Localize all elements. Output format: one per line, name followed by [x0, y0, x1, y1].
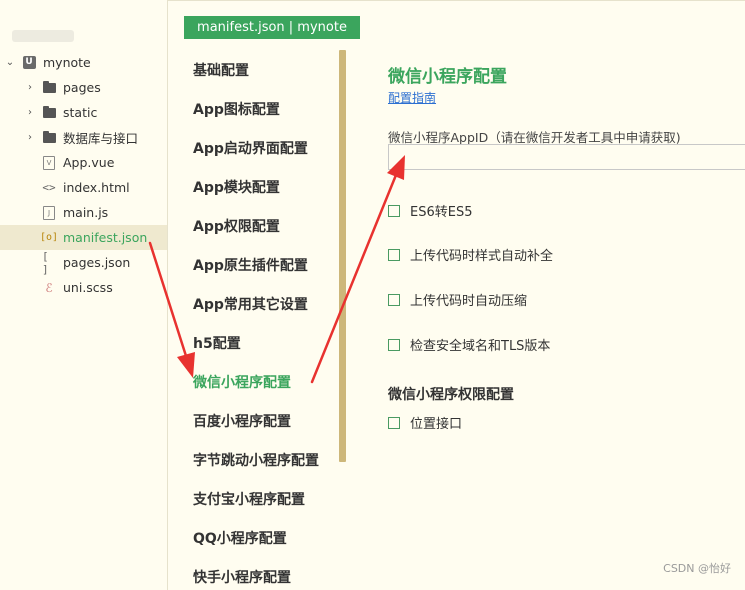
nav-scrollbar[interactable] [339, 50, 346, 462]
tree-item-label: mynote [43, 55, 91, 70]
checkbox[interactable] [388, 338, 400, 351]
checkbox[interactable] [388, 416, 400, 429]
option-es6-to-es5[interactable]: ES6转ES5 [388, 201, 472, 220]
tree-project-mynote[interactable]: ⌄ U mynote [0, 50, 167, 75]
guide-link[interactable]: 配置指南 [388, 89, 436, 106]
scss-file-icon: ℰ [45, 280, 53, 295]
tree-item-label: static [63, 105, 98, 120]
tree-item-label: main.js [63, 205, 109, 220]
chevron-right-icon[interactable]: › [24, 132, 36, 143]
permission-label: 位置接口 [410, 417, 463, 432]
folder-icon [42, 80, 56, 95]
nav-item-baidu[interactable]: 百度小程序配置 [193, 411, 291, 431]
nav-item-app-other[interactable]: App常用其它设置 [193, 294, 308, 314]
tree-item-uni-scss[interactable]: ℰ uni.scss [0, 275, 167, 300]
nav-item-app-permissions[interactable]: App权限配置 [193, 216, 280, 236]
permission-location[interactable]: 位置接口 [388, 413, 462, 432]
nav-item-app-native-plugins[interactable]: App原生插件配置 [193, 255, 308, 275]
tree-item-pages-json[interactable]: [ ] pages.json [0, 249, 167, 276]
nav-item-qq[interactable]: QQ小程序配置 [193, 528, 287, 548]
weixin-config-panel: 微信小程序配置 配置指南 微信小程序AppID（请在微信开发者工具中申请获取) … [388, 0, 745, 590]
option-label: 检查安全域名和TLS版本 [410, 339, 551, 354]
tree-item-database[interactable]: › 数据库与接口 [0, 125, 167, 150]
tree-item-app-vue[interactable]: V App.vue [0, 150, 167, 175]
tree-item-label: pages [63, 80, 101, 95]
option-label: ES6转ES5 [410, 205, 473, 220]
nav-item-toutiao[interactable]: 字节跳动小程序配置 [193, 450, 319, 470]
project-icon: U [22, 56, 36, 70]
checkbox[interactable] [388, 204, 400, 217]
nav-item-basic[interactable]: 基础配置 [193, 60, 249, 80]
tree-item-label: manifest.json [63, 230, 148, 245]
option-url-check[interactable]: 检查安全域名和TLS版本 [388, 335, 550, 354]
page-title: 微信小程序配置 [388, 67, 507, 87]
checkbox[interactable] [388, 293, 400, 306]
tree-item-label: uni.scss [63, 280, 113, 295]
folder-icon [42, 105, 56, 120]
blurred-header [12, 30, 74, 42]
nav-item-app-splash[interactable]: App启动界面配置 [193, 138, 308, 158]
nav-item-alipay[interactable]: 支付宝小程序配置 [193, 489, 305, 509]
checkbox[interactable] [388, 248, 400, 261]
nav-item-app-modules[interactable]: App模块配置 [193, 177, 280, 197]
watermark: CSDN @怡好 [663, 562, 731, 575]
project-tree: ⌄ U mynote › pages › static › 数据库与接口 V A… [0, 0, 168, 590]
option-label: 上传代码时自动压缩 [410, 294, 528, 309]
chevron-right-icon[interactable]: › [24, 107, 36, 118]
tree-item-label: pages.json [63, 255, 131, 270]
bracket-file-icon: [ ] [42, 249, 49, 276]
option-minify[interactable]: 上传代码时自动压缩 [388, 290, 527, 309]
tree-item-main-js[interactable]: J main.js [0, 200, 167, 225]
folder-icon [42, 130, 56, 145]
tree-item-pages[interactable]: › pages [0, 75, 167, 100]
section-nav: 基础配置 App图标配置 App启动界面配置 App模块配置 App权限配置 A… [168, 42, 348, 590]
chevron-down-icon[interactable]: ⌄ [4, 57, 16, 68]
tab-manifest-json[interactable]: manifest.json | mynote [184, 16, 360, 39]
permissions-title: 微信小程序权限配置 [388, 387, 514, 403]
appid-input[interactable] [388, 144, 745, 170]
nav-item-kuaishou[interactable]: 快手小程序配置 [193, 567, 291, 587]
code-file-icon: <> [42, 181, 56, 194]
tree-item-static[interactable]: › static [0, 100, 167, 125]
js-file-icon: J [42, 205, 56, 220]
option-postcss[interactable]: 上传代码时样式自动补全 [388, 245, 553, 264]
option-label: 上传代码时样式自动补全 [410, 249, 554, 264]
tree-item-label: 数据库与接口 [63, 131, 139, 146]
tree-item-index-html[interactable]: <> index.html [0, 175, 167, 200]
nav-item-app-icon[interactable]: App图标配置 [193, 99, 280, 119]
tree-item-label: index.html [63, 180, 130, 195]
chevron-right-icon[interactable]: › [24, 82, 36, 93]
nav-item-weixin[interactable]: 微信小程序配置 [193, 372, 291, 392]
tree-item-manifest-json[interactable]: [o] manifest.json [0, 225, 167, 250]
vue-file-icon: V [42, 155, 56, 170]
nav-item-h5[interactable]: h5配置 [193, 333, 241, 353]
json-file-icon: [o] [39, 232, 59, 243]
tree-item-label: App.vue [63, 155, 115, 170]
